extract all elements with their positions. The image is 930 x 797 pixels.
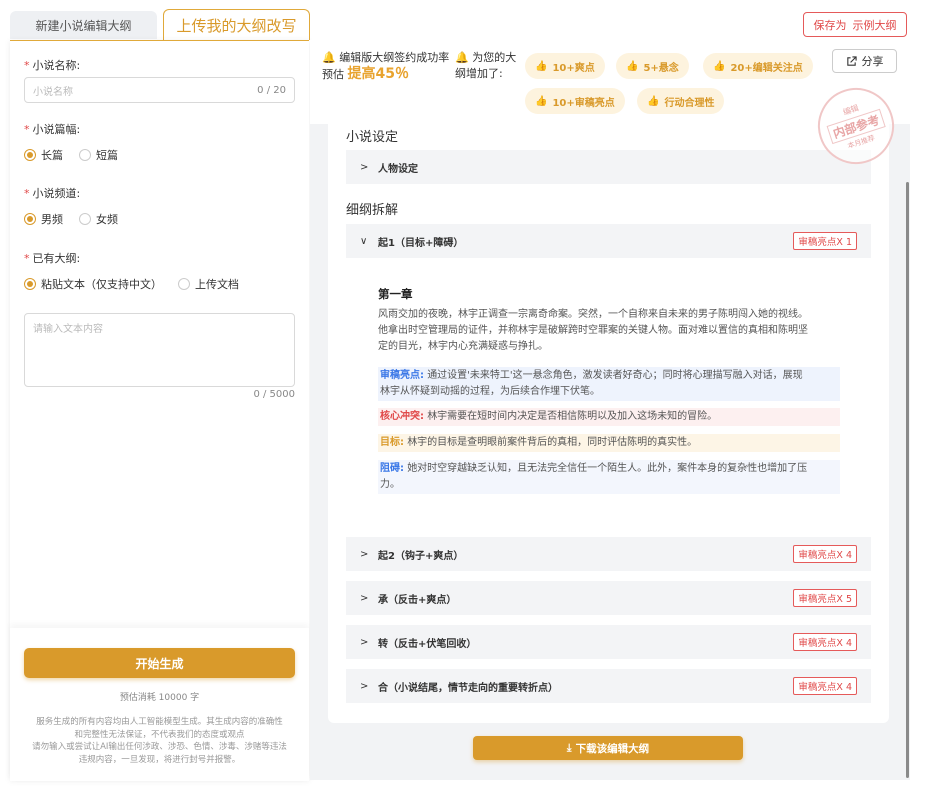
novel-channel-label: * 小说频道: bbox=[24, 187, 81, 200]
success-rate-stat: 🔔 编辑版大纲签约成功率 预估 提高45％ bbox=[322, 51, 450, 82]
section-row-5[interactable]: > 合（小说结尾，情节走向的重要转折点） 审稿亮点X 4 bbox=[346, 669, 871, 703]
save-prefix: 保存为 bbox=[813, 18, 847, 32]
tab-upload-outline[interactable]: 上传我的大纲改写 bbox=[163, 9, 310, 40]
chevron-down-icon: ∨ bbox=[360, 235, 368, 247]
chevron-right-icon: > bbox=[360, 161, 369, 173]
section-row-2[interactable]: > 起2（钩子+爽点） 审稿亮点X 4 bbox=[346, 537, 871, 571]
radio-paste-text[interactable]: 粘贴文本（仅支持中文） bbox=[24, 276, 162, 292]
existing-outline-label: * 已有大纲: bbox=[24, 252, 81, 265]
novel-name-count: 0 / 20 bbox=[257, 84, 286, 96]
share-icon bbox=[846, 55, 857, 66]
breakdown-title: 细纲拆解 bbox=[346, 203, 399, 218]
review-highlight-tag: 审稿亮点X 4 bbox=[793, 545, 857, 563]
pill-highlights: 👍 10+爽点 bbox=[525, 53, 605, 79]
thumb-up-icon: 👍 bbox=[535, 95, 548, 107]
novel-length-label: * 小说篇幅: bbox=[24, 123, 81, 136]
outline-source-radio-group: 粘贴文本（仅支持中文） 上传文档 bbox=[24, 276, 239, 292]
outline-form-panel: * 小说名称: 小说名称 0 / 20 * 小说篇幅: 长篇 短篇 * 小说频道: 男… bbox=[10, 40, 309, 781]
novel-name-label: * 小说名称: bbox=[24, 59, 81, 72]
section-row-3[interactable]: > 承（反击+爽点） 审稿亮点X 5 bbox=[346, 581, 871, 615]
bell-icon: 🔔 bbox=[322, 51, 336, 64]
review-highlight-tag: 审稿亮点X 4 bbox=[793, 677, 857, 695]
novel-name-input[interactable]: 小说名称 0 / 20 bbox=[24, 77, 295, 103]
section-row-4[interactable]: > 转（反击+伏笔回收） 审稿亮点X 4 bbox=[346, 625, 871, 659]
chevron-right-icon: > bbox=[360, 680, 369, 692]
outline-content-card: 小说设定 > 人物设定 细纲拆解 ∨ 起1（目标+障碍） 审稿亮点X 1 第一章… bbox=[328, 124, 889, 723]
tab-new-outline[interactable]: 新建小说编辑大纲 bbox=[10, 11, 157, 39]
character-settings-row[interactable]: > 人物设定 bbox=[346, 150, 871, 184]
review-highlight-tag: 审稿亮点X 4 bbox=[793, 633, 857, 651]
pill-suspense: 👍 5+悬念 bbox=[616, 53, 689, 79]
success-rate-value: 提高45％ bbox=[347, 66, 409, 82]
radio-long[interactable]: 长篇 bbox=[24, 147, 63, 163]
chapter-title: 第一章 bbox=[378, 287, 413, 301]
save-as-example-button[interactable]: 保存为 示例大纲 bbox=[803, 12, 907, 37]
novel-length-radio-group: 长篇 短篇 bbox=[24, 147, 118, 163]
radio-upload-doc[interactable]: 上传文档 bbox=[178, 276, 239, 292]
cost-estimate: 预估消耗 10000 字 bbox=[119, 693, 200, 703]
novel-channel-radio-group: 男频 女频 bbox=[24, 211, 118, 227]
scrollbar[interactable] bbox=[906, 182, 909, 778]
added-features-stat: 🔔 为您的大 纲增加了: bbox=[455, 51, 517, 80]
note-goal: 目标: 林宇的目标是查明眼前案件背后的真相，同时评估陈明的真实性。 bbox=[378, 434, 840, 452]
pill-action-logic: 👍 行动合理性 bbox=[637, 88, 725, 114]
download-icon: ⤓ bbox=[566, 741, 572, 754]
share-button[interactable]: 分享 bbox=[832, 49, 897, 73]
chevron-right-icon: > bbox=[360, 548, 369, 560]
radio-female[interactable]: 女频 bbox=[79, 211, 118, 227]
textarea-count: 0 / 5000 bbox=[253, 389, 295, 400]
radio-male[interactable]: 男频 bbox=[24, 211, 63, 227]
note-core-conflict: 核心冲突: 林宇需要在短时间内决定是否相信陈明以及加入这场未知的冒险。 bbox=[378, 408, 840, 426]
review-highlight-tag: 审稿亮点X 5 bbox=[793, 589, 857, 607]
thumb-up-icon: 👍 bbox=[535, 60, 548, 72]
outline-text-input[interactable]: 请输入文本内容 bbox=[24, 313, 295, 387]
chevron-right-icon: > bbox=[360, 592, 369, 604]
novel-settings-title: 小说设定 bbox=[346, 130, 399, 145]
note-obstacle: 阻碍: 她对时空穿越缺乏认知，且无法完全信任一个陌生人。此外，案件本身的复杂性也… bbox=[378, 460, 840, 494]
start-generate-button[interactable]: 开始生成 bbox=[24, 648, 295, 678]
radio-short[interactable]: 短篇 bbox=[79, 147, 118, 163]
pill-review-highlights: 👍 10+审稿亮点 bbox=[525, 88, 625, 114]
chevron-right-icon: > bbox=[360, 636, 369, 648]
download-outline-button[interactable]: ⤓ 下载该编辑大纲 bbox=[473, 736, 743, 760]
novel-name-placeholder: 小说名称 bbox=[33, 86, 73, 98]
generate-area: 开始生成 预估消耗 10000 字 服务生成的所有内容均由人工智能模型生成。其生… bbox=[10, 628, 309, 781]
chapter-summary: 风雨交加的夜晚，林宇正调查一宗离奇命案。突然，一个自称来自未来的男子陈明闯入她的… bbox=[378, 309, 808, 352]
tab-label: 新建小说编辑大纲 bbox=[35, 18, 132, 33]
section-row-1[interactable]: ∨ 起1（目标+障碍） 审稿亮点X 1 bbox=[346, 224, 871, 258]
thumb-up-icon: 👍 bbox=[647, 95, 660, 107]
review-highlight-tag: 审稿亮点X 1 bbox=[793, 232, 857, 250]
disclaimer: 服务生成的所有内容均由人工智能模型生成。其生成内容的准确性 和完整性无法保证，不… bbox=[32, 717, 287, 765]
textarea-placeholder: 请输入文本内容 bbox=[33, 324, 103, 335]
tab-label: 上传我的大纲改写 bbox=[176, 16, 297, 35]
thumb-up-icon: 👍 bbox=[713, 60, 726, 72]
save-label: 示例大纲 bbox=[852, 18, 897, 32]
note-review-highlight: 审稿亮点: 通过设置'未来特工'这一悬念角色，激发读者好奇心；同时将心理描写融入… bbox=[378, 367, 840, 401]
pill-editor-focus: 👍 20+编辑关注点 bbox=[703, 53, 813, 79]
bell-icon: 🔔 bbox=[455, 51, 469, 64]
thumb-up-icon: 👍 bbox=[626, 60, 639, 72]
outline-result-area: 🔔 编辑版大纲签约成功率 预估 提高45％ 🔔 为您的大 纲增加了: 👍 10+爽… bbox=[310, 40, 910, 780]
